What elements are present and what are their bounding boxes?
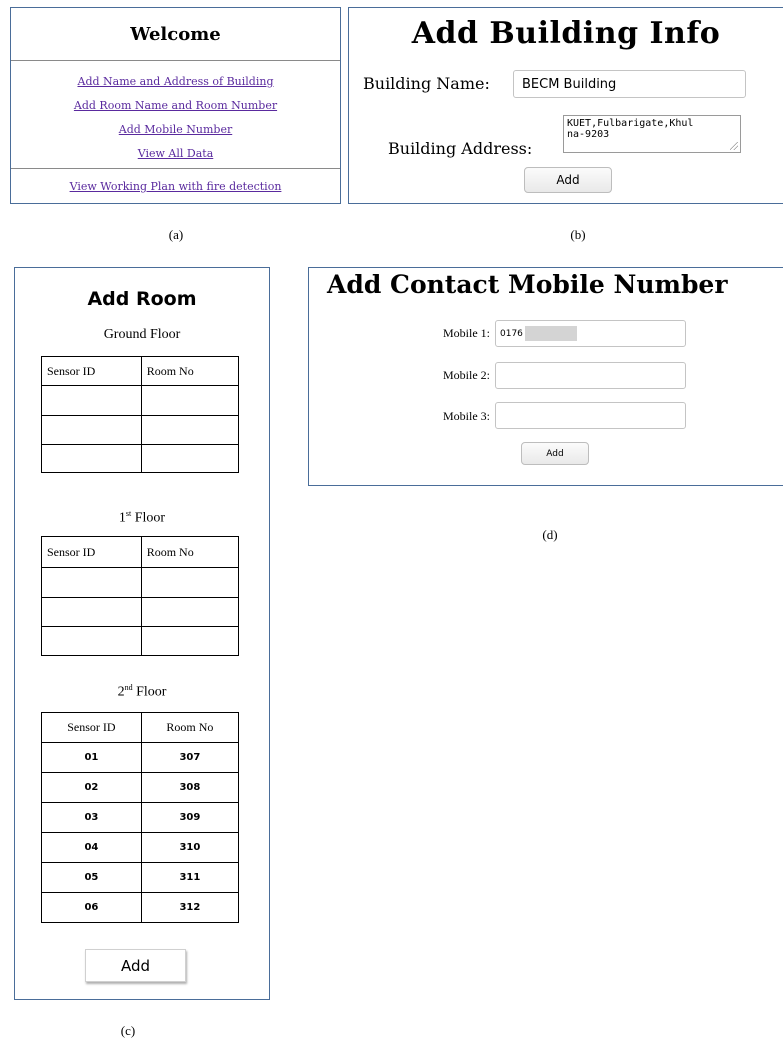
redacted-number-block (524, 326, 577, 341)
ground-floor-table: Sensor ID Room No (41, 356, 240, 473)
ground-floor-label: Ground Floor (103, 327, 181, 342)
room-no-cell[interactable]: 311 (140, 862, 240, 893)
room-no-cell[interactable]: 310 (140, 832, 240, 863)
mobile-title: Add Contact Mobile Number (327, 270, 728, 299)
table-cell[interactable] (140, 385, 240, 416)
mobile-1-label: Mobile 1: (443, 326, 490, 340)
header-room-no: Room No (140, 536, 240, 568)
sensor-id-cell[interactable]: 05 (41, 862, 142, 893)
room-add-button[interactable]: Add (85, 949, 186, 982)
welcome-title: Welcome (11, 8, 340, 61)
table-cell[interactable] (140, 567, 240, 598)
sensor-id-cell[interactable]: 01 (41, 742, 142, 773)
table-cell[interactable] (140, 415, 240, 445)
link-view-all-data[interactable]: View All Data (138, 142, 214, 166)
table-row: 05 311 (41, 862, 240, 893)
caption-b: (b) (570, 227, 586, 242)
first-floor-table: Sensor ID Room No (41, 536, 240, 656)
caption-c: (c) (120, 1023, 136, 1038)
header-sensor-id: Sensor ID (41, 536, 142, 568)
table-row: 02 308 (41, 772, 240, 803)
second-floor-label: 2nd Floor (117, 683, 167, 700)
table-cell[interactable] (41, 597, 142, 627)
table-cell[interactable] (140, 597, 240, 627)
room-no-cell[interactable]: 312 (140, 892, 240, 923)
table-cell[interactable] (41, 444, 142, 473)
building-title: Add Building Info (411, 16, 721, 51)
welcome-panel: Welcome Add Name and Address of Building… (10, 7, 341, 204)
building-add-button[interactable]: Add (524, 167, 612, 193)
header-room-no: Room No (140, 712, 240, 743)
resize-grip-icon[interactable] (730, 142, 738, 150)
first-floor-label: 1st Floor (118, 509, 166, 526)
header-room-no: Room No (140, 356, 240, 386)
table-cell[interactable] (140, 626, 240, 656)
mobile-1-input[interactable]: 0176 (495, 320, 686, 347)
link-add-mobile[interactable]: Add Mobile Number (119, 118, 232, 142)
table-row: 01 307 (41, 742, 240, 773)
mobile-2-label: Mobile 2: (443, 368, 490, 382)
table-row: 03 309 (41, 802, 240, 833)
link-working-plan[interactable]: View Working Plan with fire detection (70, 175, 282, 199)
room-title: Add Room (87, 288, 197, 310)
room-panel: Add Room Ground Floor Sensor ID Room No 1… (14, 267, 270, 1000)
mobile-panel: Add Contact Mobile Number Mobile 1: 0176… (308, 267, 783, 486)
mobile-3-label: Mobile 3: (443, 409, 490, 423)
room-no-cell[interactable]: 307 (140, 742, 240, 773)
caption-a: (a) (168, 227, 184, 242)
mobile-3-input[interactable] (495, 402, 686, 429)
building-address-text: KUET,Fulbarigate,Khul na-9203 (567, 118, 694, 140)
building-name-input[interactable]: BECM Building (513, 70, 746, 98)
building-address-textarea[interactable]: KUET,Fulbarigate,Khul na-9203 (563, 115, 741, 153)
mobile-add-button[interactable]: Add (521, 442, 589, 465)
building-panel: Add Building Info Building Name: BECM Bu… (348, 7, 783, 204)
sensor-id-cell[interactable]: 06 (41, 892, 142, 923)
table-row: 04 310 (41, 832, 240, 863)
link-add-room[interactable]: Add Room Name and Room Number (74, 94, 277, 118)
table-cell[interactable] (41, 415, 142, 445)
room-no-cell[interactable]: 309 (140, 802, 240, 833)
table-cell[interactable] (41, 567, 142, 598)
link-add-building[interactable]: Add Name and Address of Building (78, 70, 274, 94)
welcome-bottom-section: View Working Plan with fire detection (11, 170, 340, 203)
welcome-link-list: Add Name and Address of Building Add Roo… (11, 61, 340, 169)
table-row: 06 312 (41, 892, 240, 923)
building-name-label: Building Name: (363, 74, 490, 93)
mobile-1-value: 0176 (500, 328, 523, 339)
second-floor-table: Sensor ID Room No 01 307 02 308 03 309 04 310… (41, 712, 240, 923)
header-sensor-id: Sensor ID (41, 712, 142, 743)
room-no-cell[interactable]: 308 (140, 772, 240, 803)
table-cell[interactable] (140, 444, 240, 473)
sensor-id-cell[interactable]: 03 (41, 802, 142, 833)
header-sensor-id: Sensor ID (41, 356, 142, 386)
caption-d: (d) (542, 527, 558, 542)
sensor-id-cell[interactable]: 04 (41, 832, 142, 863)
table-cell[interactable] (41, 385, 142, 416)
sensor-id-cell[interactable]: 02 (41, 772, 142, 803)
mobile-2-input[interactable] (495, 362, 686, 389)
building-address-label: Building Address: (388, 139, 533, 158)
table-cell[interactable] (41, 626, 142, 656)
